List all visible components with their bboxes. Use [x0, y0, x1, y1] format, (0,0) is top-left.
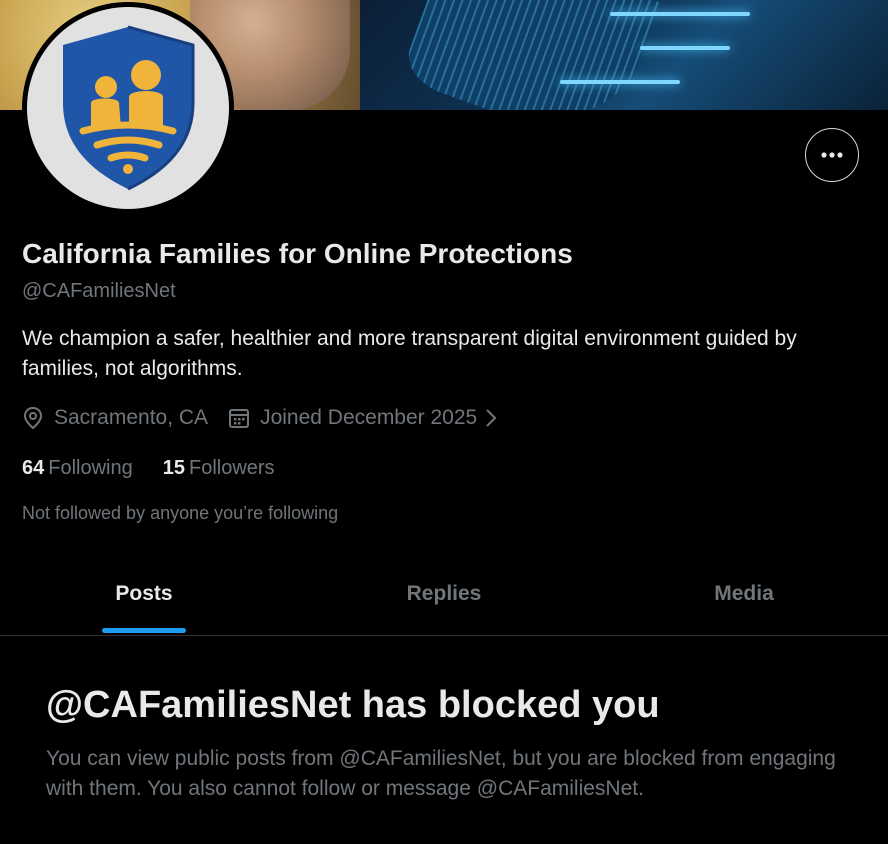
more-horizontal-icon	[821, 152, 843, 158]
tab-posts-label: Posts	[115, 582, 173, 605]
profile-meta: Sacramento, CA Joined December 2025	[22, 404, 517, 432]
tab-media[interactable]: Media	[600, 560, 888, 635]
profile-location: Sacramento, CA	[22, 406, 208, 430]
following-count: 64	[22, 457, 45, 479]
calendar-icon	[229, 409, 250, 428]
tab-replies[interactable]: Replies	[288, 560, 600, 635]
location-pin-icon	[23, 406, 43, 430]
following-link[interactable]: 64 Following	[22, 457, 133, 480]
location-text: Sacramento, CA	[54, 406, 209, 429]
avatar-logo-background	[27, 7, 229, 209]
profile-stats: 64 Following 15 Followers	[22, 457, 305, 480]
joined-text: Joined December 2025	[260, 406, 478, 429]
profile-joined[interactable]: Joined December 2025	[228, 406, 497, 430]
profile-bio: We champion a safer, healthier and more …	[22, 327, 797, 380]
profile-avatar[interactable]	[22, 2, 234, 214]
mutual-followers-note: Not followed by anyone you’re following	[22, 503, 339, 523]
banner-light-streak	[560, 80, 680, 84]
banner-light-streak	[610, 12, 750, 16]
following-label: Following	[48, 457, 133, 479]
tab-replies-label: Replies	[406, 582, 482, 605]
shield-logo-icon	[63, 25, 195, 191]
chevron-right-icon	[486, 409, 497, 427]
followers-label: Followers	[188, 457, 275, 479]
profile-tabs: Posts Replies Media	[0, 560, 888, 636]
tab-posts[interactable]: Posts	[0, 560, 288, 635]
followers-count: 15	[162, 457, 185, 479]
profile-name: California Families for Online Protectio…	[22, 238, 573, 269]
profile-handle: @CAFamiliesNet	[22, 280, 176, 302]
blocked-message: You can view public posts from @CAFamili…	[46, 747, 836, 800]
followers-link[interactable]: 15 Followers	[163, 457, 275, 480]
more-options-button[interactable]	[805, 128, 859, 182]
banner-light-streak	[640, 46, 730, 50]
active-tab-indicator	[102, 628, 186, 633]
tab-media-label: Media	[714, 582, 774, 605]
blocked-title: @CAFamiliesNet has blocked you	[46, 684, 660, 726]
